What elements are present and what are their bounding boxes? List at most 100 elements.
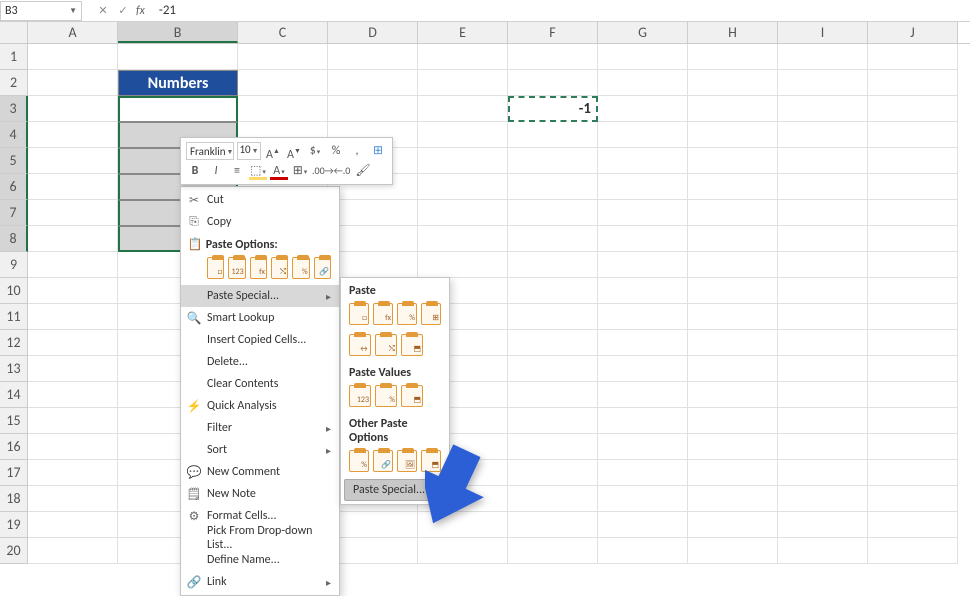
decrease-font-icon[interactable]: A▼ [285, 142, 303, 160]
cell[interactable] [598, 408, 688, 434]
cell[interactable] [778, 382, 868, 408]
cell[interactable] [598, 434, 688, 460]
menu-new-comment[interactable]: 💬New Comment [181, 461, 339, 483]
cell[interactable] [598, 96, 688, 122]
row-header-6[interactable]: 6 [0, 174, 28, 200]
col-header-C[interactable]: C [238, 22, 328, 43]
cell[interactable] [688, 122, 778, 148]
menu-smart-lookup[interactable]: 🔍Smart Lookup [181, 307, 339, 329]
cell[interactable] [28, 434, 118, 460]
cell[interactable] [418, 70, 508, 96]
cell[interactable] [598, 122, 688, 148]
cell[interactable] [778, 174, 868, 200]
cell[interactable] [688, 174, 778, 200]
cell[interactable] [688, 330, 778, 356]
cell[interactable] [598, 148, 688, 174]
cell[interactable] [418, 44, 508, 70]
paste-formatting-icon[interactable]: % [292, 257, 309, 279]
cell[interactable] [868, 96, 958, 122]
cell[interactable] [688, 356, 778, 382]
menu-filter[interactable]: Filter▸ [181, 417, 339, 439]
cell[interactable] [328, 538, 418, 564]
sub-values-icon[interactable]: 123 [349, 385, 371, 407]
cell[interactable] [598, 226, 688, 252]
cell[interactable] [508, 200, 598, 226]
cell[interactable] [778, 200, 868, 226]
cell[interactable] [328, 44, 418, 70]
cell[interactable] [508, 460, 598, 486]
row-header-20[interactable]: 20 [0, 538, 28, 564]
format-painter-icon[interactable]: 🖌 [354, 162, 372, 180]
cell[interactable] [28, 382, 118, 408]
row-header-8[interactable]: 8 [0, 226, 28, 252]
cell[interactable] [778, 252, 868, 278]
cell[interactable] [508, 148, 598, 174]
fx-icon[interactable]: fx [136, 4, 145, 18]
cell[interactable] [418, 122, 508, 148]
select-all-corner[interactable] [0, 22, 28, 43]
menu-sort[interactable]: Sort▸ [181, 439, 339, 461]
increase-font-icon[interactable]: A▲ [264, 142, 282, 160]
col-header-G[interactable]: G [598, 22, 688, 43]
cell[interactable] [28, 226, 118, 252]
font-color-icon[interactable]: A▾ [270, 162, 288, 180]
sub-other-link-icon[interactable]: 🔗 [373, 450, 393, 472]
cell[interactable] [28, 460, 118, 486]
cell[interactable] [778, 486, 868, 512]
sub-paste-merge-icon[interactable]: ⬒ [401, 334, 423, 356]
cell[interactable] [688, 486, 778, 512]
row-header-2[interactable]: 2 [0, 70, 28, 96]
cell[interactable] [598, 304, 688, 330]
cell[interactable] [508, 304, 598, 330]
row-header-17[interactable]: 17 [0, 460, 28, 486]
cell[interactable] [598, 382, 688, 408]
sub-paste-transpose-icon[interactable]: ⤭ [375, 334, 397, 356]
name-box[interactable]: B3 ▼ [0, 1, 82, 21]
row-header-13[interactable]: 13 [0, 356, 28, 382]
col-header-J[interactable]: J [868, 22, 958, 43]
menu-paste-special[interactable]: Paste Special...▸ [181, 285, 339, 307]
menu-insert-copied[interactable]: Insert Copied Cells... [181, 329, 339, 351]
cell[interactable] [418, 148, 508, 174]
border-icon[interactable]: ⊞▾ [291, 162, 309, 180]
cell[interactable] [688, 252, 778, 278]
cell[interactable] [688, 70, 778, 96]
col-header-E[interactable]: E [418, 22, 508, 43]
decimal-add-icon[interactable]: .00→ [312, 162, 330, 180]
cell[interactable] [598, 538, 688, 564]
cell[interactable] [118, 44, 238, 70]
sub-values-format-icon[interactable]: % [375, 385, 397, 407]
row-header-16[interactable]: 16 [0, 434, 28, 460]
cell[interactable] [868, 538, 958, 564]
cell[interactable] [328, 200, 418, 226]
cell[interactable] [28, 174, 118, 200]
cell[interactable] [688, 408, 778, 434]
cell[interactable] [598, 44, 688, 70]
row-header-14[interactable]: 14 [0, 382, 28, 408]
cell[interactable] [508, 382, 598, 408]
cell[interactable] [598, 486, 688, 512]
cell[interactable] [418, 200, 508, 226]
row-header-18[interactable]: 18 [0, 486, 28, 512]
cell[interactable] [238, 96, 328, 122]
cell[interactable] [868, 460, 958, 486]
menu-quick-analysis[interactable]: ⚡Quick Analysis [181, 395, 339, 417]
menu-clear-contents[interactable]: Clear Contents [181, 373, 339, 395]
cell[interactable] [778, 226, 868, 252]
cell[interactable] [28, 486, 118, 512]
mini-font-select[interactable]: Franklin▼ [186, 142, 234, 160]
bold-icon[interactable]: B [186, 162, 204, 180]
row-header-10[interactable]: 10 [0, 278, 28, 304]
cell[interactable] [28, 304, 118, 330]
row-header-1[interactable]: 1 [0, 44, 28, 70]
cell[interactable] [778, 278, 868, 304]
cell[interactable] [28, 408, 118, 434]
cell[interactable] [328, 226, 418, 252]
cell[interactable] [688, 382, 778, 408]
cell[interactable] [778, 122, 868, 148]
cell[interactable] [688, 304, 778, 330]
cell[interactable] [28, 70, 118, 96]
paste-transpose-icon[interactable]: ⤭ [271, 257, 288, 279]
cell[interactable] [418, 174, 508, 200]
cell[interactable] [28, 538, 118, 564]
